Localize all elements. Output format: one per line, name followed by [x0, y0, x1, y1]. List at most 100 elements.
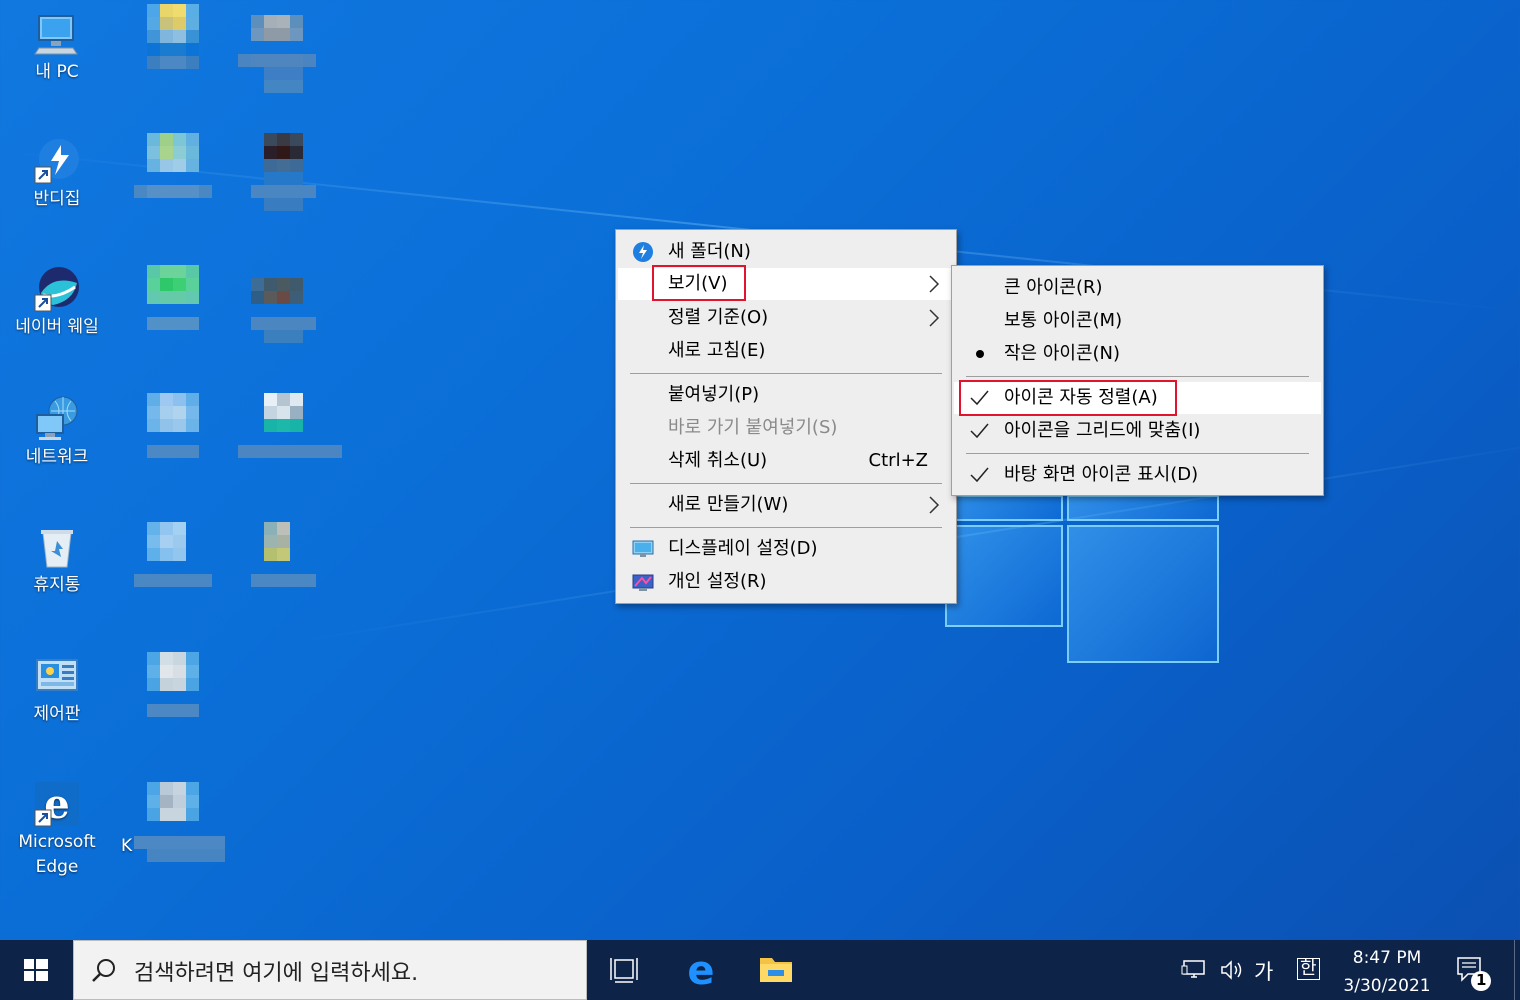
control-panel-icon [33, 652, 81, 700]
menu-item-label: 바로 가기 붙여넣기(S) [668, 417, 838, 438]
censored-desktop-icon[interactable] [147, 4, 199, 69]
menu-item-label: 새로 고침(E) [668, 340, 766, 361]
windows-start-icon [24, 959, 48, 981]
menu-item-label: 보통 아이콘(M) [1004, 310, 1123, 331]
censored-desktop-icon[interactable] [238, 15, 316, 93]
menu-item-label: 삭제 취소(U) [668, 450, 768, 471]
chevron-right-icon [929, 275, 940, 293]
desktop-icon-recycle-bin[interactable]: 휴지통 [7, 523, 107, 598]
censored-desktop-icon[interactable] [147, 265, 199, 330]
chevron-right-icon [929, 309, 940, 327]
menu-separator [630, 483, 942, 484]
desktop-icon-label: 내 PC [35, 62, 79, 82]
desktop-icon-partial-label: K [121, 836, 133, 856]
censored-desktop-icon[interactable] [147, 393, 199, 458]
network-status-icon[interactable] [1181, 958, 1209, 982]
folder-icon [760, 958, 792, 982]
menu-item-label: 바탕 화면 아이콘 표시(D) [1004, 464, 1199, 485]
menu-item-new[interactable]: 새로 만들기(W) [618, 489, 954, 521]
menu-item-undo-delete[interactable]: 삭제 취소(U) Ctrl+Z [618, 445, 954, 477]
desktop-icon-whale[interactable]: 네이버 웨일 [7, 265, 107, 340]
desktop-icon-label: 네이버 웨일 [15, 317, 99, 337]
radio-bullet-icon [976, 350, 984, 358]
highlight-box-auto-arrange [959, 380, 1177, 416]
censored-desktop-icon[interactable] [238, 393, 342, 458]
submenu-item-medium-icons[interactable]: 보통 아이콘(M) [954, 305, 1321, 337]
censored-desktop-icon[interactable] [147, 782, 199, 821]
highlight-box-view [652, 265, 746, 301]
menu-item-label: 디스플레이 설정(D) [668, 538, 818, 559]
search-placeholder: 검색하려면 여기에 입력하세요. [134, 961, 419, 986]
censored-desktop-icon[interactable] [134, 522, 212, 587]
bandizip-icon [33, 137, 81, 185]
desktop-icon-bandizip[interactable]: 반디집 [7, 137, 107, 212]
menu-item-refresh[interactable]: 새로 고침(E) [618, 335, 954, 367]
desktop-icon-label: 휴지통 [33, 575, 81, 595]
submenu-item-small-icons[interactable]: 작은 아이콘(N) [954, 338, 1321, 370]
file-explorer-button[interactable] [744, 940, 808, 1000]
chevron-right-icon [929, 496, 940, 514]
menu-item-display-settings[interactable]: 디스플레이 설정(D) [618, 533, 954, 565]
menu-item-label: 새로 만들기(W) [668, 494, 789, 515]
svg-text:e: e [687, 948, 714, 994]
menu-item-label: 작은 아이콘(N) [1004, 343, 1121, 364]
desktop-icon-network[interactable]: 네트워크 [7, 395, 107, 470]
action-center-button[interactable]: 1 [1454, 954, 1494, 994]
menu-item-paste[interactable]: 붙여넣기(P) [618, 379, 954, 411]
clock[interactable]: 8:47 PM 3/30/2021 [1330, 944, 1444, 1000]
checkmark-icon [970, 467, 989, 483]
start-button[interactable] [0, 940, 72, 1000]
submenu-item-show-desktop-icons[interactable]: 바탕 화면 아이콘 표시(D) [954, 459, 1321, 491]
edge-icon: e [33, 780, 81, 828]
bandizip-icon [633, 242, 653, 262]
edge-taskbar-button[interactable]: e [669, 940, 733, 1000]
checkmark-icon [970, 423, 989, 439]
censored-desktop-icon[interactable] [251, 522, 316, 587]
desktop-icon-label: 반디집 [33, 189, 81, 209]
menu-separator [966, 376, 1309, 377]
menu-item-sort-by[interactable]: 정렬 기준(O) [618, 302, 954, 334]
censored-desktop-icon-label [134, 836, 225, 862]
ime-language-indicator[interactable]: 한 [1297, 958, 1320, 980]
censored-desktop-icon[interactable] [147, 652, 199, 717]
desktop-icon-label: 네트워크 [25, 447, 89, 467]
windows-logo-wallpaper [945, 495, 1225, 665]
search-icon [92, 959, 115, 982]
menu-item-new-folder[interactable]: 새 폴더(N) [618, 236, 954, 268]
desktop-icon-control-panel[interactable]: 제어판 [7, 652, 107, 727]
submenu-item-large-icons[interactable]: 큰 아이콘(R) [954, 272, 1321, 304]
menu-separator [630, 527, 942, 528]
task-view-button[interactable] [593, 940, 657, 1000]
censored-desktop-icon[interactable] [251, 278, 316, 343]
menu-separator [966, 453, 1309, 454]
network-icon [33, 395, 81, 443]
menu-item-label: 아이콘을 그리드에 맞춤(I) [1004, 420, 1201, 441]
recycle-bin-icon [33, 523, 81, 571]
display-icon [632, 540, 654, 557]
menu-item-label: 붙여넣기(P) [668, 384, 760, 405]
computer-icon [33, 10, 81, 58]
menu-item-label: 정렬 기준(O) [668, 307, 769, 328]
menu-separator [630, 373, 942, 374]
notification-icon [1457, 957, 1491, 991]
search-box[interactable]: 검색하려면 여기에 입력하세요. [73, 940, 587, 1000]
clock-date: 3/30/2021 [1343, 976, 1431, 996]
menu-item-label: 새 폴더(N) [668, 241, 751, 262]
submenu-item-align-grid[interactable]: 아이콘을 그리드에 맞춤(I) [954, 415, 1321, 447]
notification-count-badge: 1 [1476, 971, 1487, 989]
menu-item-personalize[interactable]: 개인 설정(R) [618, 566, 954, 598]
ime-mode-indicator[interactable]: 가 [1254, 956, 1273, 986]
desktop-icon-edge[interactable]: e Microsoft Edge [7, 780, 107, 880]
desktop-icon-my-pc[interactable]: 내 PC [7, 10, 107, 85]
edge-icon: e [687, 948, 714, 994]
menu-item-label: 개인 설정(R) [668, 571, 767, 592]
personalize-icon [632, 574, 654, 591]
menu-item-label: 큰 아이콘(R) [1004, 277, 1103, 298]
volume-icon[interactable] [1219, 958, 1247, 982]
taskbar: 검색하려면 여기에 입력하세요. e 가 한 8:47 PM 3/30/2021 [0, 940, 1520, 1000]
menu-item-paste-shortcut[interactable]: 바로 가기 붙여넣기(S) [618, 412, 954, 444]
censored-desktop-icon[interactable] [134, 133, 212, 198]
desktop-icon-label: 제어판 [33, 704, 81, 724]
show-desktop-button[interactable] [1514, 940, 1520, 1000]
censored-desktop-icon[interactable] [238, 133, 342, 211]
